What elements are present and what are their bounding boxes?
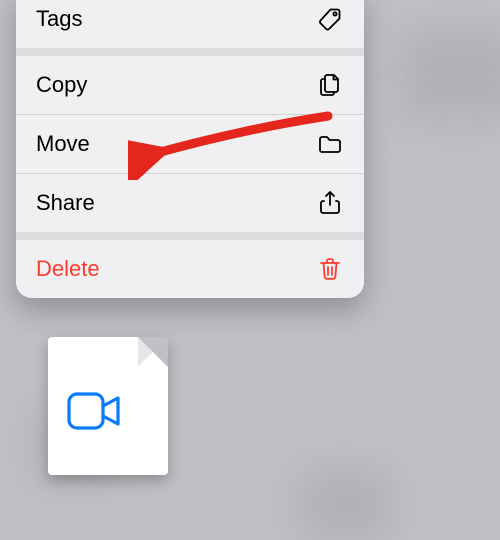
menu-item-move[interactable]: Move xyxy=(16,114,364,173)
context-menu: Tags Copy Move Share xyxy=(16,0,364,298)
menu-item-copy[interactable]: Copy xyxy=(16,48,364,114)
menu-item-share[interactable]: Share xyxy=(16,173,364,232)
blur-blob xyxy=(400,30,500,120)
file-preview-tile[interactable] xyxy=(48,337,168,475)
blur-blob xyxy=(300,470,390,540)
menu-item-label: Copy xyxy=(36,72,87,98)
menu-item-label: Move xyxy=(36,131,90,157)
trash-icon xyxy=(316,255,344,283)
menu-item-label: Tags xyxy=(36,6,82,32)
menu-item-label: Delete xyxy=(36,256,100,282)
tag-icon xyxy=(316,5,344,33)
share-icon xyxy=(316,189,344,217)
menu-item-tags[interactable]: Tags xyxy=(16,0,364,48)
page-fold-icon xyxy=(138,337,168,367)
video-icon xyxy=(66,389,122,438)
copy-icon xyxy=(316,71,344,99)
menu-item-label: Share xyxy=(36,190,95,216)
menu-item-delete[interactable]: Delete xyxy=(16,232,364,298)
folder-icon xyxy=(316,130,344,158)
